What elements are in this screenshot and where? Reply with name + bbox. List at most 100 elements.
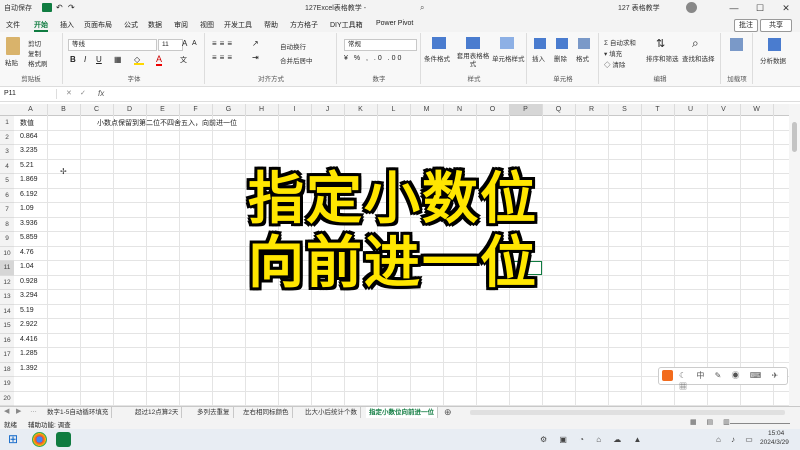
column-header[interactable]: E (146, 104, 180, 115)
column-header[interactable]: W (740, 104, 774, 115)
analyze-data-button[interactable]: 分析数据 (760, 55, 786, 65)
column-header[interactable]: V (707, 104, 741, 115)
user-name[interactable]: 127 表格教学 (618, 3, 660, 13)
tab-power-pivot[interactable]: Power Pivot (376, 20, 413, 27)
note-cell[interactable]: 小数点保留到第二位不四舍五入，向前进一位 (97, 118, 237, 128)
add-sheet-icon[interactable]: ⊕ (444, 407, 452, 418)
row-header[interactable]: 18 (0, 362, 14, 377)
paste-button[interactable]: 粘贴 (5, 57, 18, 67)
tab-review[interactable]: 审阅 (174, 20, 188, 30)
horizontal-align-icons[interactable]: ≡≡≡ (212, 53, 235, 62)
column-header[interactable]: I (278, 104, 312, 115)
minimize-icon[interactable]: — (722, 1, 746, 16)
name-box[interactable]: P11 (2, 89, 57, 99)
font-name-select[interactable]: 等线 (68, 39, 157, 51)
header-cell[interactable]: 数值 (20, 118, 34, 128)
value-cell[interactable]: 6.192 (20, 191, 38, 198)
share-button[interactable]: 共享 (760, 19, 792, 32)
conditional-format-icon[interactable] (432, 37, 446, 49)
column-header[interactable]: N (443, 104, 477, 115)
column-header[interactable]: D (113, 104, 147, 115)
delete-button[interactable]: 删除 (554, 53, 567, 63)
save-icon[interactable] (42, 3, 52, 12)
fill-color-icon[interactable]: ◇ (134, 55, 144, 65)
value-cell[interactable]: 3.235 (20, 147, 38, 154)
paste-icon[interactable] (6, 37, 20, 55)
row-header[interactable]: 14 (0, 304, 14, 319)
value-cell[interactable]: 3.294 (20, 292, 38, 299)
undo-icon[interactable]: ↶ (56, 3, 63, 12)
sheet-tab[interactable]: 比大小后统计个数 (302, 407, 361, 418)
column-header[interactable]: A (14, 104, 48, 115)
tab-view[interactable]: 视图 (200, 20, 214, 30)
column-header[interactable]: B (47, 104, 81, 115)
number-format-select[interactable]: 常规 (344, 39, 417, 51)
sheet-tab[interactable]: 左右相同标颜色 (240, 407, 293, 418)
delete-cells-icon[interactable] (556, 38, 568, 49)
row-header[interactable]: 13 (0, 290, 14, 305)
row-header[interactable]: 6 (0, 188, 14, 203)
format-button[interactable]: 格式 (576, 53, 589, 63)
value-cell[interactable]: 1.04 (20, 263, 34, 270)
column-header[interactable]: C (80, 104, 114, 115)
row-header[interactable]: 12 (0, 275, 14, 290)
tab-formulas[interactable]: 公式 (124, 20, 138, 30)
phonetic-icon[interactable]: 文 (180, 55, 187, 65)
horizontal-scrollbar[interactable] (470, 410, 785, 415)
value-cell[interactable]: 1.09 (20, 205, 34, 212)
clock-time[interactable]: 15:04 (768, 430, 784, 437)
chrome-icon[interactable] (32, 432, 47, 447)
value-cell[interactable]: 1.392 (20, 365, 38, 372)
windows-start-icon[interactable]: ⊞ (8, 432, 18, 446)
row-header[interactable]: 17 (0, 348, 14, 363)
column-header[interactable]: Q (542, 104, 576, 115)
prev-sheet-icon[interactable]: ◀ (4, 407, 9, 415)
sheet-tab[interactable]: 多列去重复 (194, 407, 234, 418)
column-header[interactable]: O (476, 104, 510, 115)
autosave-label[interactable]: 自动保存 (4, 3, 32, 13)
row-header[interactable]: 2 (0, 130, 14, 145)
accessibility-status[interactable]: 辅助功能: 调查 (28, 419, 71, 429)
table-format-icon[interactable] (466, 37, 480, 49)
column-header[interactable]: L (377, 104, 411, 115)
tab-data[interactable]: 数据 (148, 20, 162, 30)
insert-cells-icon[interactable] (534, 38, 546, 49)
column-header[interactable]: T (641, 104, 675, 115)
row-header[interactable]: 11 (0, 261, 14, 276)
column-header[interactable]: H (245, 104, 279, 115)
row-header[interactable]: 1 (0, 116, 14, 131)
scroll-thumb[interactable] (792, 122, 797, 152)
row-header[interactable]: 3 (0, 145, 14, 160)
sort-filter-icon[interactable]: ⇅ (656, 37, 665, 50)
grow-font-icon[interactable]: A (182, 39, 187, 48)
row-header[interactable]: 8 (0, 217, 14, 232)
format-painter-button[interactable]: 格式刷 (28, 58, 48, 68)
sort-filter-button[interactable]: 排序和筛选 (646, 53, 679, 63)
column-header[interactable]: U (674, 104, 708, 115)
tab-help[interactable]: 帮助 (264, 20, 278, 30)
ime-toolbar[interactable]: ☾ 中 ✎ ◉ ⌨ ✈ ▦ (658, 367, 788, 391)
indent-icon[interactable]: ⇥ (252, 53, 259, 62)
formula-input[interactable] (112, 88, 792, 100)
more-sheets-icon[interactable]: … (30, 407, 37, 414)
row-header[interactable]: 4 (0, 159, 14, 174)
italic-icon[interactable]: I (84, 55, 86, 64)
confirm-entry-icon[interactable]: ✓ (80, 89, 86, 97)
underline-icon[interactable]: U (96, 55, 102, 64)
fill-button[interactable]: ▾ 填充 (604, 48, 622, 58)
tab-fangfang[interactable]: 方方格子 (290, 20, 318, 30)
column-header[interactable]: S (608, 104, 642, 115)
wrap-text-button[interactable]: 自动换行 (280, 41, 306, 51)
column-header[interactable]: F (179, 104, 213, 115)
clear-button[interactable]: ◇ 清除 (604, 59, 625, 69)
column-header[interactable]: J (311, 104, 345, 115)
analyze-data-icon[interactable] (768, 38, 781, 51)
vertical-align-icons[interactable]: ≡≡≡ (212, 39, 235, 48)
shrink-font-icon[interactable]: A (192, 40, 197, 47)
column-header[interactable]: G (212, 104, 246, 115)
tab-home[interactable]: 开始 (34, 20, 48, 30)
insert-button[interactable]: 插入 (532, 53, 545, 63)
maximize-icon[interactable]: ☐ (748, 1, 772, 16)
zoom-slider[interactable] (730, 423, 790, 424)
clock-date[interactable]: 2024/3/29 (760, 439, 789, 446)
